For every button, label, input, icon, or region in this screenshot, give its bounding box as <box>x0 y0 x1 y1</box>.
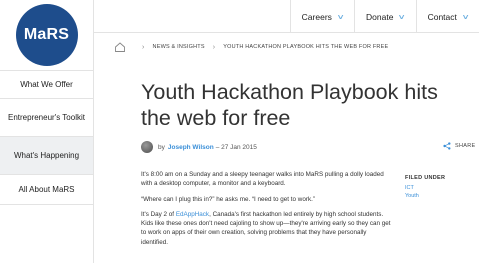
top-bar: Careers ∨ Donate ∨ Contact ∨ <box>94 0 479 33</box>
share-button[interactable]: SHARE <box>443 142 475 150</box>
breadcrumb-news-insights[interactable]: NEWS & INSIGHTS <box>153 44 205 50</box>
topnav-donate[interactable]: Donate ∨ <box>354 0 416 33</box>
sidebar-item-whats-happening[interactable]: What's Happening <box>0 137 93 175</box>
filed-under-label: FILED UNDER <box>405 175 446 181</box>
breadcrumb: › NEWS & INSIGHTS › YOUTH HACKATHON PLAY… <box>114 38 388 56</box>
breadcrumb-current-page: YOUTH HACKATHON PLAYBOOK HITS THE WEB FO… <box>223 44 389 50</box>
byline: by Joseph Wilson – 27 Jan 2015 <box>141 140 257 154</box>
topnav-contact[interactable]: Contact ∨ <box>415 0 479 33</box>
topnav-donate-label: Donate <box>366 11 394 22</box>
share-label: SHARE <box>455 143 476 149</box>
paragraph-3: It's Day 2 of EdAppHack, Canada's first … <box>141 210 395 247</box>
logo-container: MaRS <box>0 0 93 71</box>
paragraph-3-intro: It's Day 2 of <box>141 210 176 218</box>
author-link[interactable]: Joseph Wilson <box>168 144 214 151</box>
home-icon[interactable] <box>114 41 126 53</box>
sidebar: MaRS What We Offer Entrepreneur's Toolki… <box>0 0 94 263</box>
filed-under: FILED UNDER ICT Youth <box>405 175 445 200</box>
paragraph-2: “Where can I plug this in?” he asks me. … <box>141 195 315 203</box>
tag-youth[interactable]: Youth <box>405 192 445 200</box>
top-nav: Careers ∨ Donate ∨ Contact ∨ <box>289 0 479 33</box>
author-avatar <box>141 141 153 153</box>
chevron-down-icon: ∨ <box>336 13 345 21</box>
chevron-right-icon: › <box>212 43 216 51</box>
chevron-right-icon: › <box>142 43 145 51</box>
sidebar-item-what-we-offer[interactable]: What We Offer <box>0 71 93 99</box>
sidebar-item-entrepreneurs-toolkit[interactable]: Entrepreneur's Toolkit <box>0 99 93 137</box>
article-date: – 27 Jan 2015 <box>215 143 257 151</box>
article-title: Youth Hackathon Playbook hits the web fo… <box>141 80 438 130</box>
edapphack-link[interactable]: EdAppHack <box>176 211 209 218</box>
tag-ict[interactable]: ICT <box>405 184 445 192</box>
paragraph-1: It's 8:00 am on a Sunday and a sleepy te… <box>141 171 384 188</box>
mars-logo[interactable]: MaRS <box>15 4 78 66</box>
chevron-down-icon: ∨ <box>461 13 470 21</box>
share-icon <box>443 142 451 150</box>
byline-prefix: by <box>158 143 165 151</box>
article-body: It's 8:00 am on a Sunday and a sleepy te… <box>141 170 395 253</box>
sidebar-item-all-about-mars[interactable]: All About MaRS <box>0 175 93 205</box>
chevron-down-icon: ∨ <box>397 13 407 21</box>
logo-text: MaRS <box>23 26 70 43</box>
topnav-careers-label: Careers <box>301 11 332 22</box>
topnav-careers[interactable]: Careers ∨ <box>289 0 354 33</box>
topnav-contact-label: Contact <box>427 11 457 22</box>
